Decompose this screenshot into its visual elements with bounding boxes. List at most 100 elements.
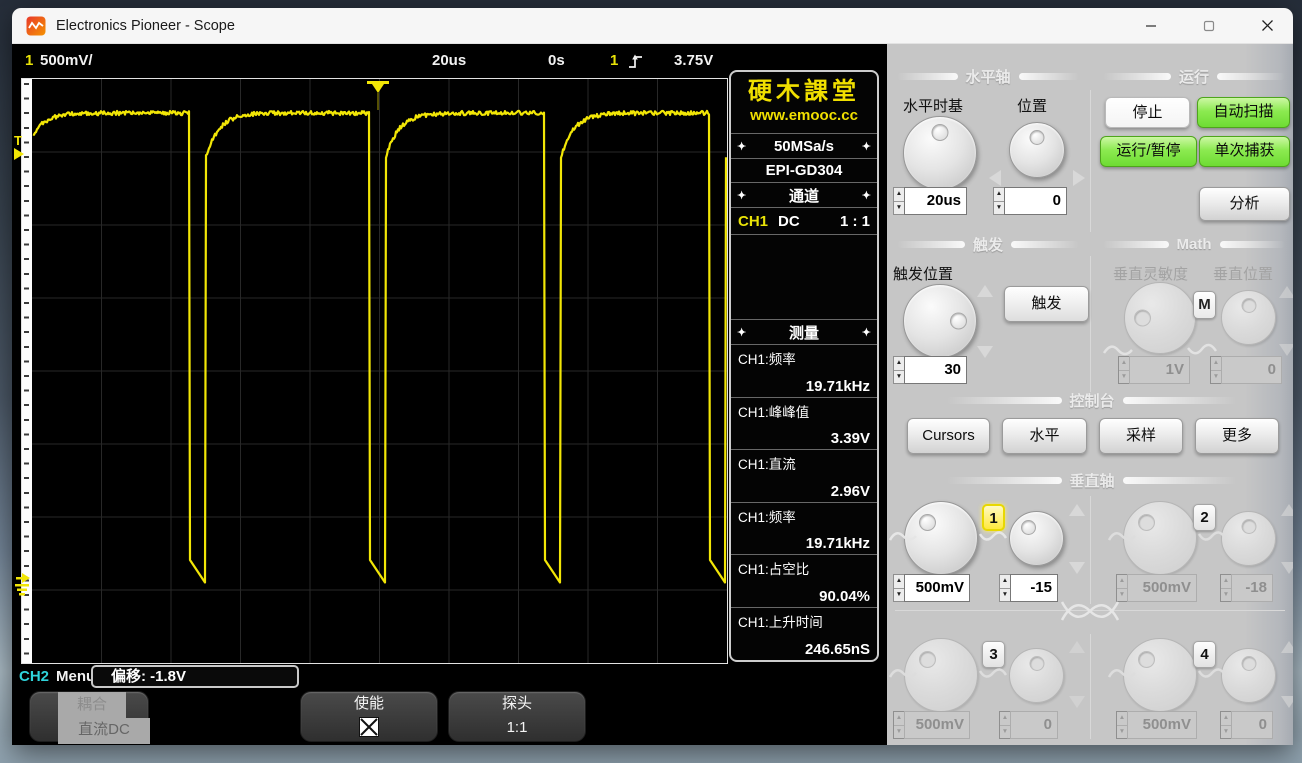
ch3-down-arrow	[1069, 696, 1085, 708]
ch1-down-arrow[interactable]	[1069, 562, 1085, 574]
measurement-value: 2.96V	[830, 482, 870, 500]
trigger-button[interactable]: 触发	[1004, 286, 1089, 322]
trigger-group-title: 触发	[897, 236, 1080, 254]
math-sensitivity-label: 垂直灵敏度	[1113, 266, 1189, 283]
ch1-position-value[interactable]: -15	[1010, 574, 1058, 602]
trigger-position-marker[interactable]	[366, 80, 392, 112]
sine-decoration-icon	[1198, 668, 1226, 678]
channel-status-row[interactable]: CH1 DC 1 : 1	[731, 208, 877, 235]
measurement-label: CH1:占空比	[738, 562, 810, 577]
math-group-title: Math	[1103, 236, 1285, 253]
measurement-value: 19.71kHz	[805, 535, 870, 552]
spin-arrows[interactable]: ▲ ▼	[999, 574, 1010, 602]
math-sensitivity-knob[interactable]	[1124, 282, 1196, 354]
diamond-icon: ✦	[737, 189, 747, 202]
ch1-ground-marker[interactable]	[14, 571, 36, 597]
ch2-offset-field[interactable]: 偏移: -1.8V	[91, 665, 299, 688]
trigger-source-label: 1	[610, 52, 619, 69]
enable-checkbox[interactable]	[359, 717, 379, 737]
auto-scan-button[interactable]: 自动扫描	[1197, 97, 1290, 128]
ch3-position-knob[interactable]	[1009, 648, 1064, 703]
spin-arrows[interactable]: ▲ ▼	[993, 187, 1004, 215]
minimize-button[interactable]	[1134, 11, 1168, 41]
channel-coupling: DC	[778, 213, 800, 230]
enable-label: 使能	[353, 695, 384, 712]
checkbox-x-icon	[360, 718, 378, 736]
coupling-button[interactable]: 耦合 直流DC	[29, 691, 150, 744]
spin-arrows: ▲ ▼	[999, 711, 1010, 739]
h-position-knob[interactable]	[1009, 122, 1065, 178]
ch1-position-knob[interactable]	[1009, 511, 1064, 566]
minimize-icon	[1146, 25, 1156, 27]
trigger-position-spinner: ▲ ▼ 30	[893, 356, 967, 384]
measure-section-header[interactable]: ✦ 测量 ✦	[731, 320, 877, 345]
measurement-row: CH1:频率 19.71kHz	[731, 503, 877, 555]
waveform-plot[interactable]: T	[14, 78, 728, 664]
cursors-button[interactable]: Cursors	[907, 418, 990, 454]
ch3-volts-value: 500mV	[904, 711, 970, 739]
ch1-waveform-trace	[32, 79, 727, 663]
ch1-volts-value[interactable]: 500mV	[904, 574, 970, 602]
math-up-arrow	[1279, 286, 1293, 298]
horizontal-offset-label: 0s	[548, 52, 565, 69]
timebase-spinner: ▲ ▼ 20us	[893, 187, 967, 215]
spin-arrows[interactable]: ▲ ▼	[893, 574, 904, 602]
diamond-icon: ✦	[861, 189, 871, 202]
spin-arrows: ▲ ▼	[1220, 711, 1231, 739]
crossed-sines-icon	[1060, 601, 1120, 621]
ch1-number-label: 1	[25, 52, 34, 69]
run-pause-button[interactable]: 运行/暂停	[1100, 136, 1197, 167]
h-position-value[interactable]: 0	[1004, 187, 1067, 215]
enable-button[interactable]: 使能	[300, 691, 438, 742]
ch1-volts-spinner: ▲ ▼ 500mV	[893, 574, 970, 602]
math-sensitivity-spinner: ▲ ▼ 1V	[1118, 356, 1190, 384]
timebase-knob[interactable]	[903, 116, 977, 190]
more-button[interactable]: 更多	[1195, 418, 1279, 454]
channel-section-header[interactable]: ✦ 通道 ✦	[731, 183, 877, 208]
measure-header-label: 测量	[788, 324, 819, 342]
ch2-position-knob[interactable]	[1221, 511, 1276, 566]
math-m-button[interactable]: M	[1193, 291, 1216, 319]
scope-display-area: 1 500mV/ 20us 0s 1 3.75V T 硬木課堂 www.emoo…	[12, 44, 887, 745]
math-position-knob[interactable]	[1221, 290, 1276, 345]
trigger-position-knob[interactable]	[903, 284, 977, 358]
analyze-button[interactable]: 分析	[1199, 187, 1290, 221]
sampling-button[interactable]: 采样	[1099, 418, 1183, 454]
stop-button[interactable]: 停止	[1105, 97, 1190, 128]
h-position-left-arrow[interactable]	[989, 170, 1001, 186]
probe-label: 探头	[501, 695, 532, 712]
trigger-up-arrow[interactable]	[977, 285, 993, 297]
math-position-spinner: ▲ ▼ 0	[1210, 356, 1282, 384]
brand-name: 硬木課堂	[748, 76, 860, 105]
vertical-axis-group-title: 垂直轴	[947, 472, 1238, 490]
menu-label: Menu	[56, 668, 96, 685]
close-icon	[1261, 20, 1273, 32]
probe-button[interactable]: 探头 1:1	[448, 691, 586, 742]
spin-arrows: ▲ ▼	[1116, 711, 1127, 739]
ch1-up-arrow[interactable]	[1069, 504, 1085, 516]
trigger-level-marker[interactable]: T	[14, 134, 34, 160]
ch2-down-arrow	[1281, 562, 1293, 574]
sample-rate-row[interactable]: ✦ 50MSa/s ✦	[731, 134, 877, 159]
horizontal-button[interactable]: 水平	[1002, 418, 1087, 454]
h-position-label: 位置	[1017, 98, 1048, 115]
coupling-value[interactable]: 直流DC	[58, 718, 150, 744]
trigger-down-arrow[interactable]	[977, 346, 993, 358]
measurement-label: CH1:频率	[738, 352, 796, 367]
ch2-label: CH2	[19, 668, 50, 685]
timebase-value[interactable]: 20us	[904, 187, 967, 215]
close-button[interactable]	[1250, 11, 1284, 41]
trigger-position-value[interactable]: 30	[904, 356, 967, 384]
h-position-right-arrow[interactable]	[1073, 170, 1085, 186]
horizontal-axis-group-title: 水平轴	[897, 68, 1080, 86]
single-capture-button[interactable]: 单次捕获	[1199, 136, 1290, 167]
diamond-icon: ✦	[861, 326, 871, 339]
measurement-row: CH1:上升时间 246.65nS	[731, 608, 877, 661]
ch4-position-knob[interactable]	[1221, 648, 1276, 703]
spin-arrows[interactable]: ▲ ▼	[893, 187, 904, 215]
maximize-button[interactable]	[1192, 11, 1226, 41]
spin-arrows: ▲ ▼	[893, 711, 904, 739]
volts-per-div-label: 500mV/	[40, 52, 93, 69]
spin-arrows[interactable]: ▲ ▼	[893, 356, 904, 384]
measurement-label: CH1:峰峰值	[738, 404, 810, 420]
